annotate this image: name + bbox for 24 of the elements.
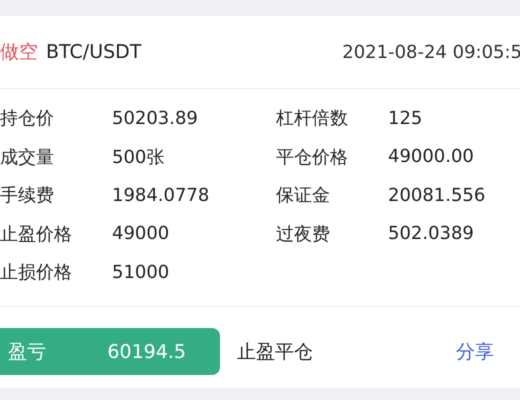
field-label: 过夜费 — [276, 222, 331, 246]
field-label: 平仓价格 — [276, 146, 349, 169]
field-label: 止损价格 — [0, 261, 73, 284]
field-value: 125 — [388, 108, 422, 129]
direction-label: 做空 — [0, 40, 38, 65]
field-value: 500张 — [112, 146, 164, 169]
field-value: 1984.0778 — [112, 184, 210, 206]
pnl-label: 盈亏 — [8, 340, 46, 364]
field-value: 50203.89 — [112, 108, 198, 129]
field-value: 20081.556 — [388, 184, 486, 206]
field-label: 持仓价 — [0, 107, 55, 130]
share-button[interactable]: 分享 — [456, 338, 494, 364]
field-label: 手续费 — [0, 184, 55, 208]
close-type-label: 止盈平仓 — [237, 340, 313, 364]
field-label: 成交量 — [0, 146, 55, 169]
pair-label: BTC/USDT — [46, 41, 142, 63]
field-label: 杠杆倍数 — [276, 107, 349, 130]
field-value: 49000 — [112, 223, 170, 244]
pnl-value: 60194.5 — [107, 340, 186, 362]
field-value: 49000.00 — [388, 146, 474, 168]
field-label: 保证金 — [276, 184, 331, 208]
field-value: 51000 — [112, 262, 170, 283]
field-value: 502.0389 — [388, 223, 474, 244]
field-label: 止盈价格 — [0, 222, 73, 246]
